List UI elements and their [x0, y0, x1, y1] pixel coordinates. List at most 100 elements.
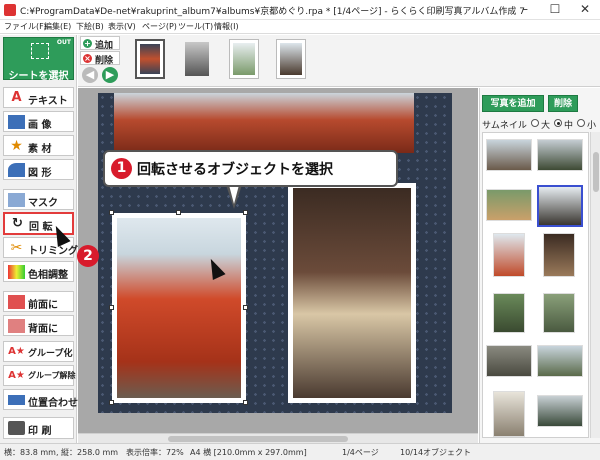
- thumbnail-size-medium-radio[interactable]: [554, 119, 562, 127]
- material-tool-label: 素 材: [28, 144, 52, 155]
- menu-info[interactable]: 情報(I): [214, 21, 239, 32]
- object-size-status: 横：83.8 mm, 縦：258.0 mm: [4, 448, 119, 457]
- photo-thumbnail[interactable]: [537, 139, 583, 171]
- plus-icon: +: [83, 39, 92, 48]
- ungroup-button[interactable]: A★ グループ解除: [3, 365, 76, 386]
- select-sheet-button[interactable]: OUT シートを選択: [3, 37, 74, 82]
- menu-bar: ファイル(F) 編集(E) 下絵(B) 表示(V) ページ(P) ツール(T) …: [0, 20, 600, 34]
- text-icon: A: [11, 90, 22, 105]
- delete-photo-button[interactable]: 削除: [548, 95, 578, 112]
- status-bar: 横：83.8 mm, 縦：258.0 mm 表示倍率：72% A4 横 [210…: [0, 443, 600, 460]
- delete-icon: ×: [83, 54, 92, 63]
- send-back-button[interactable]: 背面に: [3, 315, 74, 336]
- select-sheet-icon: [31, 43, 49, 59]
- shape-tool-label: 図 形: [28, 168, 52, 179]
- photo-thumbnail[interactable]: [543, 233, 575, 277]
- bring-front-icon: [8, 295, 25, 309]
- align-label: 位置合わせ: [28, 398, 78, 409]
- add-photo-button[interactable]: 写真を追加: [482, 95, 544, 112]
- next-page-button[interactable]: ▶: [102, 67, 118, 83]
- resize-handle[interactable]: [243, 210, 248, 215]
- resize-handle[interactable]: [109, 305, 114, 310]
- minimize-button[interactable]: –: [510, 0, 540, 20]
- photo-thumbnail[interactable]: [537, 345, 583, 377]
- menu-page[interactable]: ページ(P): [142, 21, 177, 32]
- resize-handle[interactable]: [243, 400, 248, 405]
- color-adjust-label: 色相調整: [28, 270, 68, 281]
- photo-thumbnail-grid: [482, 132, 589, 438]
- rotate-icon: ↻: [12, 216, 23, 231]
- resize-handle[interactable]: [109, 210, 114, 215]
- ungroup-label: グループ解除: [28, 371, 76, 380]
- thumbnail-size-large-radio[interactable]: [531, 119, 539, 127]
- align-button[interactable]: 位置合わせ: [3, 389, 78, 410]
- page-thumbnail-3[interactable]: [229, 39, 259, 79]
- photo-thumbnail[interactable]: [486, 189, 532, 221]
- send-back-icon: [8, 319, 25, 333]
- menu-tools[interactable]: ツール(T): [178, 21, 213, 32]
- page-thumbnail-1[interactable]: [135, 39, 165, 79]
- thumbnail-size-small-radio[interactable]: [577, 119, 585, 127]
- photo-thumbnail[interactable]: [493, 391, 525, 437]
- photo-lanterns[interactable]: [288, 183, 416, 403]
- group-label: グループ化: [28, 349, 73, 359]
- bring-front-label: 前面に: [28, 300, 58, 311]
- print-button[interactable]: 印 刷: [3, 417, 74, 439]
- material-tool-button[interactable]: ★ 素 材: [3, 135, 74, 156]
- photo-panel-scrollbar[interactable]: [590, 132, 600, 438]
- maximize-button[interactable]: ☐: [540, 0, 570, 20]
- mask-tool-label: マスク: [28, 198, 58, 209]
- image-icon: [8, 115, 25, 129]
- zoom-status: 表示倍率：72%: [126, 448, 184, 457]
- thumbnail-size-large-label: 大: [541, 121, 551, 131]
- photo-thumbnail[interactable]: [537, 395, 583, 427]
- canvas-area[interactable]: [78, 88, 478, 443]
- close-button[interactable]: ✕: [570, 0, 600, 20]
- photo-panel: 写真を追加 削除 サムネイル 大 中 小: [479, 88, 600, 443]
- delete-page-label: 削除: [95, 56, 114, 66]
- photo-selected-gate[interactable]: [112, 213, 246, 403]
- photo-thumbnail[interactable]: [493, 233, 525, 277]
- delete-page-button[interactable]: × 削除: [80, 51, 120, 66]
- group-button[interactable]: A★ グループ化: [3, 341, 74, 362]
- photo-thumbnail[interactable]: [543, 293, 575, 333]
- album-page[interactable]: [98, 93, 452, 413]
- callout-pointer-fill: [229, 185, 239, 204]
- menu-underlay[interactable]: 下絵(B): [76, 21, 104, 32]
- page-status: 1/4ページ: [342, 448, 379, 457]
- photo-thumbnail[interactable]: [493, 293, 525, 333]
- menu-file[interactable]: ファイル(F): [4, 21, 47, 32]
- out-badge: OUT: [56, 39, 71, 46]
- step-1-text: 回転させるオブジェクトを選択: [137, 162, 333, 178]
- image-tool-button[interactable]: 画 像: [3, 111, 74, 132]
- menu-edit[interactable]: 編集(E): [44, 21, 71, 32]
- color-adjust-icon: [8, 265, 25, 279]
- prev-page-button[interactable]: ◀: [82, 67, 98, 83]
- app-icon: [4, 4, 16, 16]
- ungroup-icon: A★: [8, 370, 25, 381]
- photo-top-gate[interactable]: [114, 93, 414, 153]
- thumbnail-size-medium-label: 中: [564, 121, 574, 131]
- mask-tool-button[interactable]: マスク: [3, 189, 74, 210]
- add-page-button[interactable]: + 追加: [80, 36, 120, 51]
- canvas-horizontal-scrollbar[interactable]: [78, 433, 478, 443]
- bring-front-button[interactable]: 前面に: [3, 291, 74, 312]
- resize-handle[interactable]: [109, 400, 114, 405]
- photo-thumbnail-selected[interactable]: [537, 185, 583, 227]
- resize-handle[interactable]: [176, 210, 181, 215]
- text-tool-button[interactable]: A テキスト: [3, 87, 74, 108]
- resize-handle[interactable]: [243, 305, 248, 310]
- instruction-callout: 1 回転させるオブジェクトを選択: [103, 150, 398, 187]
- page-thumbnail-2[interactable]: [182, 39, 212, 79]
- object-count-status: 10/14オブジェクト: [400, 448, 472, 457]
- menu-view[interactable]: 表示(V): [108, 21, 136, 32]
- group-icon: A★: [8, 346, 25, 357]
- page-thumbnail-4[interactable]: [276, 39, 306, 79]
- photo-thumbnail[interactable]: [486, 139, 532, 171]
- scissors-icon: ✂: [10, 240, 23, 256]
- color-adjust-button[interactable]: 色相調整: [3, 261, 74, 282]
- photo-thumbnail[interactable]: [486, 345, 532, 377]
- thumbnail-size-label: サムネイル: [482, 121, 527, 131]
- align-icon: [8, 395, 25, 405]
- shape-tool-button[interactable]: 図 形: [3, 159, 74, 180]
